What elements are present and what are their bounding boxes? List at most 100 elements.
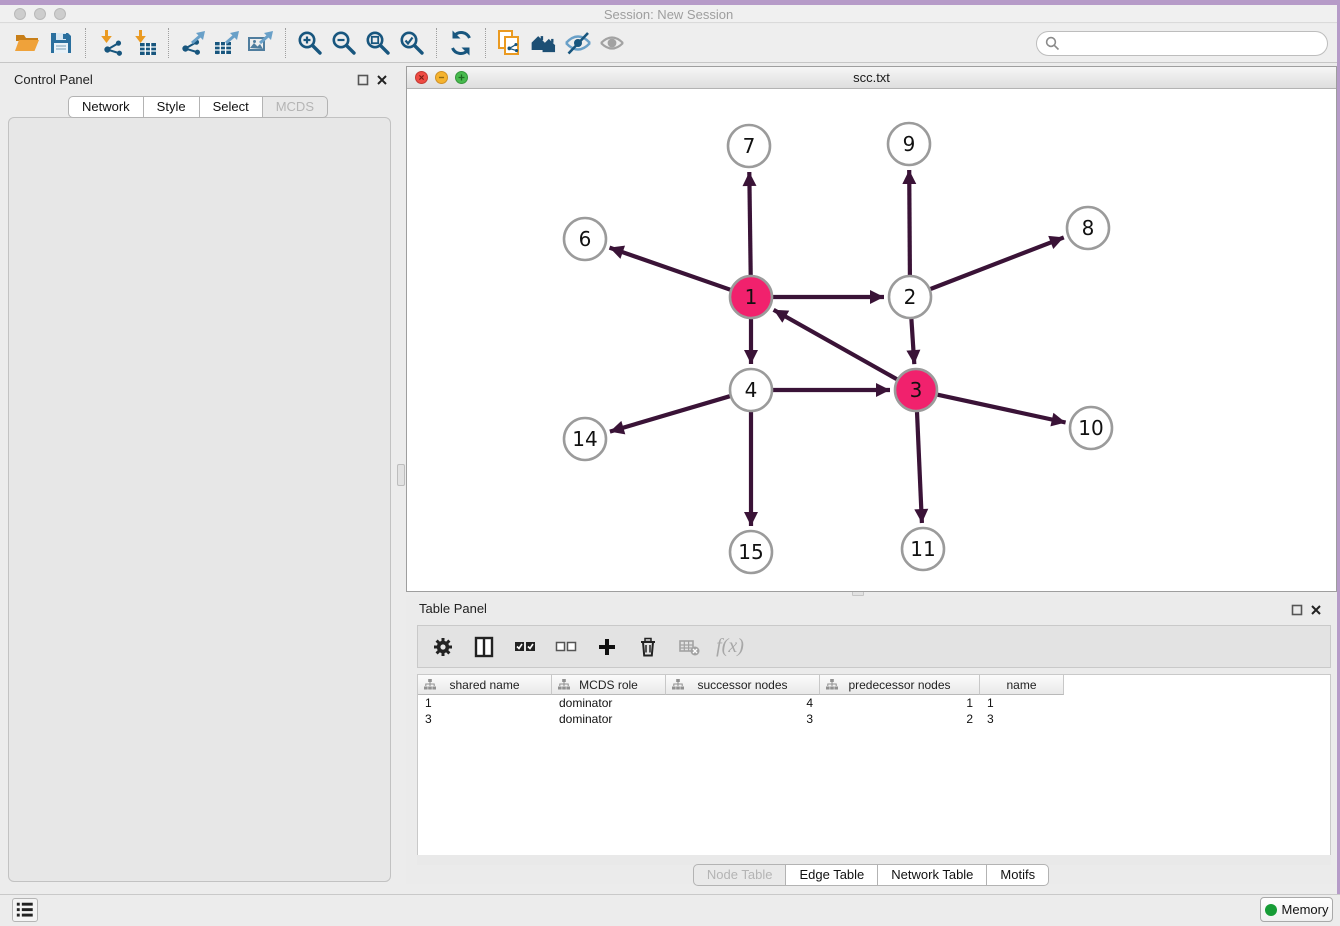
zoom-out-icon[interactable] — [327, 27, 361, 59]
node-8[interactable]: 8 — [1067, 207, 1109, 249]
node-10[interactable]: 10 — [1070, 407, 1112, 449]
tab-edge-table[interactable]: Edge Table — [785, 864, 878, 886]
table-panel-title: Table Panel — [419, 601, 487, 616]
table-cell[interactable]: 3 — [666, 711, 820, 727]
export-table-icon[interactable] — [210, 27, 244, 59]
edge-2-8[interactable] — [931, 237, 1064, 289]
table-toolbar: f(x) — [417, 625, 1331, 668]
column-header-MCDS-role[interactable]: MCDS role — [552, 675, 666, 695]
edge-2-9[interactable] — [909, 170, 910, 275]
node-4[interactable]: 4 — [730, 369, 772, 411]
node-table[interactable]: shared name MCDS role successor nodesprede… — [417, 674, 1331, 855]
edge-3-1[interactable] — [774, 310, 897, 379]
node-1[interactable]: 1 — [730, 276, 772, 318]
delete-table-icon[interactable] — [676, 634, 702, 660]
refresh-icon[interactable] — [444, 27, 478, 59]
node-9[interactable]: 9 — [888, 123, 930, 165]
table-cell[interactable]: dominator — [552, 711, 666, 727]
svg-text:2: 2 — [904, 285, 917, 309]
toolbar-separator — [485, 28, 486, 58]
edge-1-7[interactable] — [749, 172, 750, 275]
home-pair-icon[interactable] — [527, 27, 561, 59]
control-panel-tabs: NetworkStyleSelectMCDS — [0, 96, 396, 118]
tab-network-table[interactable]: Network Table — [877, 864, 987, 886]
import-table-icon[interactable] — [127, 27, 161, 59]
table-tabs: Node TableEdge TableNetwork TableMotifs — [406, 864, 1336, 886]
tab-select[interactable]: Select — [199, 96, 263, 118]
column-header-predecessor-nodes[interactable]: predecessor nodes — [820, 675, 980, 695]
zoom-selected-icon[interactable] — [395, 27, 429, 59]
show-eye-icon[interactable] — [595, 27, 629, 59]
node-14[interactable]: 14 — [564, 418, 606, 460]
float-panel-icon[interactable] — [1291, 604, 1303, 616]
hide-eye-icon[interactable] — [561, 27, 595, 59]
svg-text:9: 9 — [903, 132, 916, 156]
node-7[interactable]: 7 — [728, 125, 770, 167]
network-graph: 7 9 6 8 1 2 4 3 14 10 15 11 — [407, 89, 1336, 591]
zoom-fit-icon[interactable] — [361, 27, 395, 59]
node-3[interactable]: 3 — [895, 369, 937, 411]
close-panel-icon[interactable] — [376, 74, 388, 86]
table-row[interactable]: 3dominator323 — [418, 711, 1330, 727]
column-header-successor-nodes[interactable]: successor nodes — [666, 675, 820, 695]
table-cell[interactable]: 1 — [820, 695, 980, 711]
window-title: Session: New Session — [0, 7, 1337, 22]
deselect-all-icon[interactable] — [553, 634, 579, 660]
edge-3-11[interactable] — [917, 412, 922, 523]
toolbar-icon-groups — [10, 27, 629, 59]
node-2[interactable]: 2 — [889, 276, 931, 318]
tab-mcds[interactable]: MCDS — [262, 96, 328, 118]
fx-icon[interactable]: f(x) — [717, 634, 743, 660]
column-header-shared-name[interactable]: shared name — [418, 675, 552, 695]
task-history-button[interactable] — [12, 898, 38, 922]
search-input[interactable] — [1060, 34, 1327, 54]
add-icon[interactable] — [594, 634, 620, 660]
table-row[interactable]: 1dominator411 — [418, 695, 1330, 711]
tab-node-table[interactable]: Node Table — [693, 864, 787, 886]
table-cell[interactable]: 1 — [980, 695, 1064, 711]
table-cell[interactable]: 3 — [418, 711, 552, 727]
table-cell[interactable]: 4 — [666, 695, 820, 711]
column-header-label: name — [1006, 678, 1036, 692]
search-box[interactable] — [1036, 31, 1328, 56]
clone-network-icon[interactable] — [493, 27, 527, 59]
node-6[interactable]: 6 — [564, 218, 606, 260]
node-15[interactable]: 15 — [730, 531, 772, 573]
tab-motifs[interactable]: Motifs — [986, 864, 1049, 886]
search-icon — [1045, 36, 1060, 51]
close-panel-icon[interactable] — [1310, 604, 1322, 616]
edge-2-3[interactable] — [911, 319, 914, 364]
table-cell[interactable]: 3 — [980, 711, 1064, 727]
gear-icon[interactable] — [430, 634, 456, 660]
select-all-icon[interactable] — [512, 634, 538, 660]
column-tree-icon — [826, 679, 838, 693]
trash-icon[interactable] — [635, 634, 661, 660]
edge-3-10[interactable] — [938, 395, 1066, 423]
columns-icon[interactable] — [471, 634, 497, 660]
import-network-icon[interactable] — [93, 27, 127, 59]
table-cell[interactable]: 1 — [418, 695, 552, 711]
column-header-name[interactable]: name — [980, 675, 1064, 695]
node-11[interactable]: 11 — [902, 528, 944, 570]
svg-text:11: 11 — [910, 537, 935, 561]
export-network-icon[interactable] — [176, 27, 210, 59]
list-icon — [15, 900, 35, 920]
vertical-splitter-handle[interactable] — [397, 464, 405, 486]
network-canvas[interactable]: 7 9 6 8 1 2 4 3 14 10 15 11 — [407, 89, 1336, 591]
edge-1-6[interactable] — [610, 248, 731, 290]
open-folder-icon[interactable] — [10, 27, 44, 59]
table-cell[interactable]: dominator — [552, 695, 666, 711]
column-tree-icon — [424, 679, 436, 693]
table-body: 1dominator4113dominator323 — [418, 695, 1330, 727]
save-icon[interactable] — [44, 27, 78, 59]
zoom-in-icon[interactable] — [293, 27, 327, 59]
export-image-icon[interactable] — [244, 27, 278, 59]
float-panel-icon[interactable] — [357, 74, 369, 86]
table-cell[interactable]: 2 — [820, 711, 980, 727]
memory-label: Memory — [1282, 902, 1329, 917]
tab-network[interactable]: Network — [68, 96, 144, 118]
column-header-label: MCDS role — [579, 678, 638, 692]
edge-4-14[interactable] — [610, 396, 730, 431]
memory-button[interactable]: Memory — [1260, 897, 1333, 922]
tab-style[interactable]: Style — [143, 96, 200, 118]
